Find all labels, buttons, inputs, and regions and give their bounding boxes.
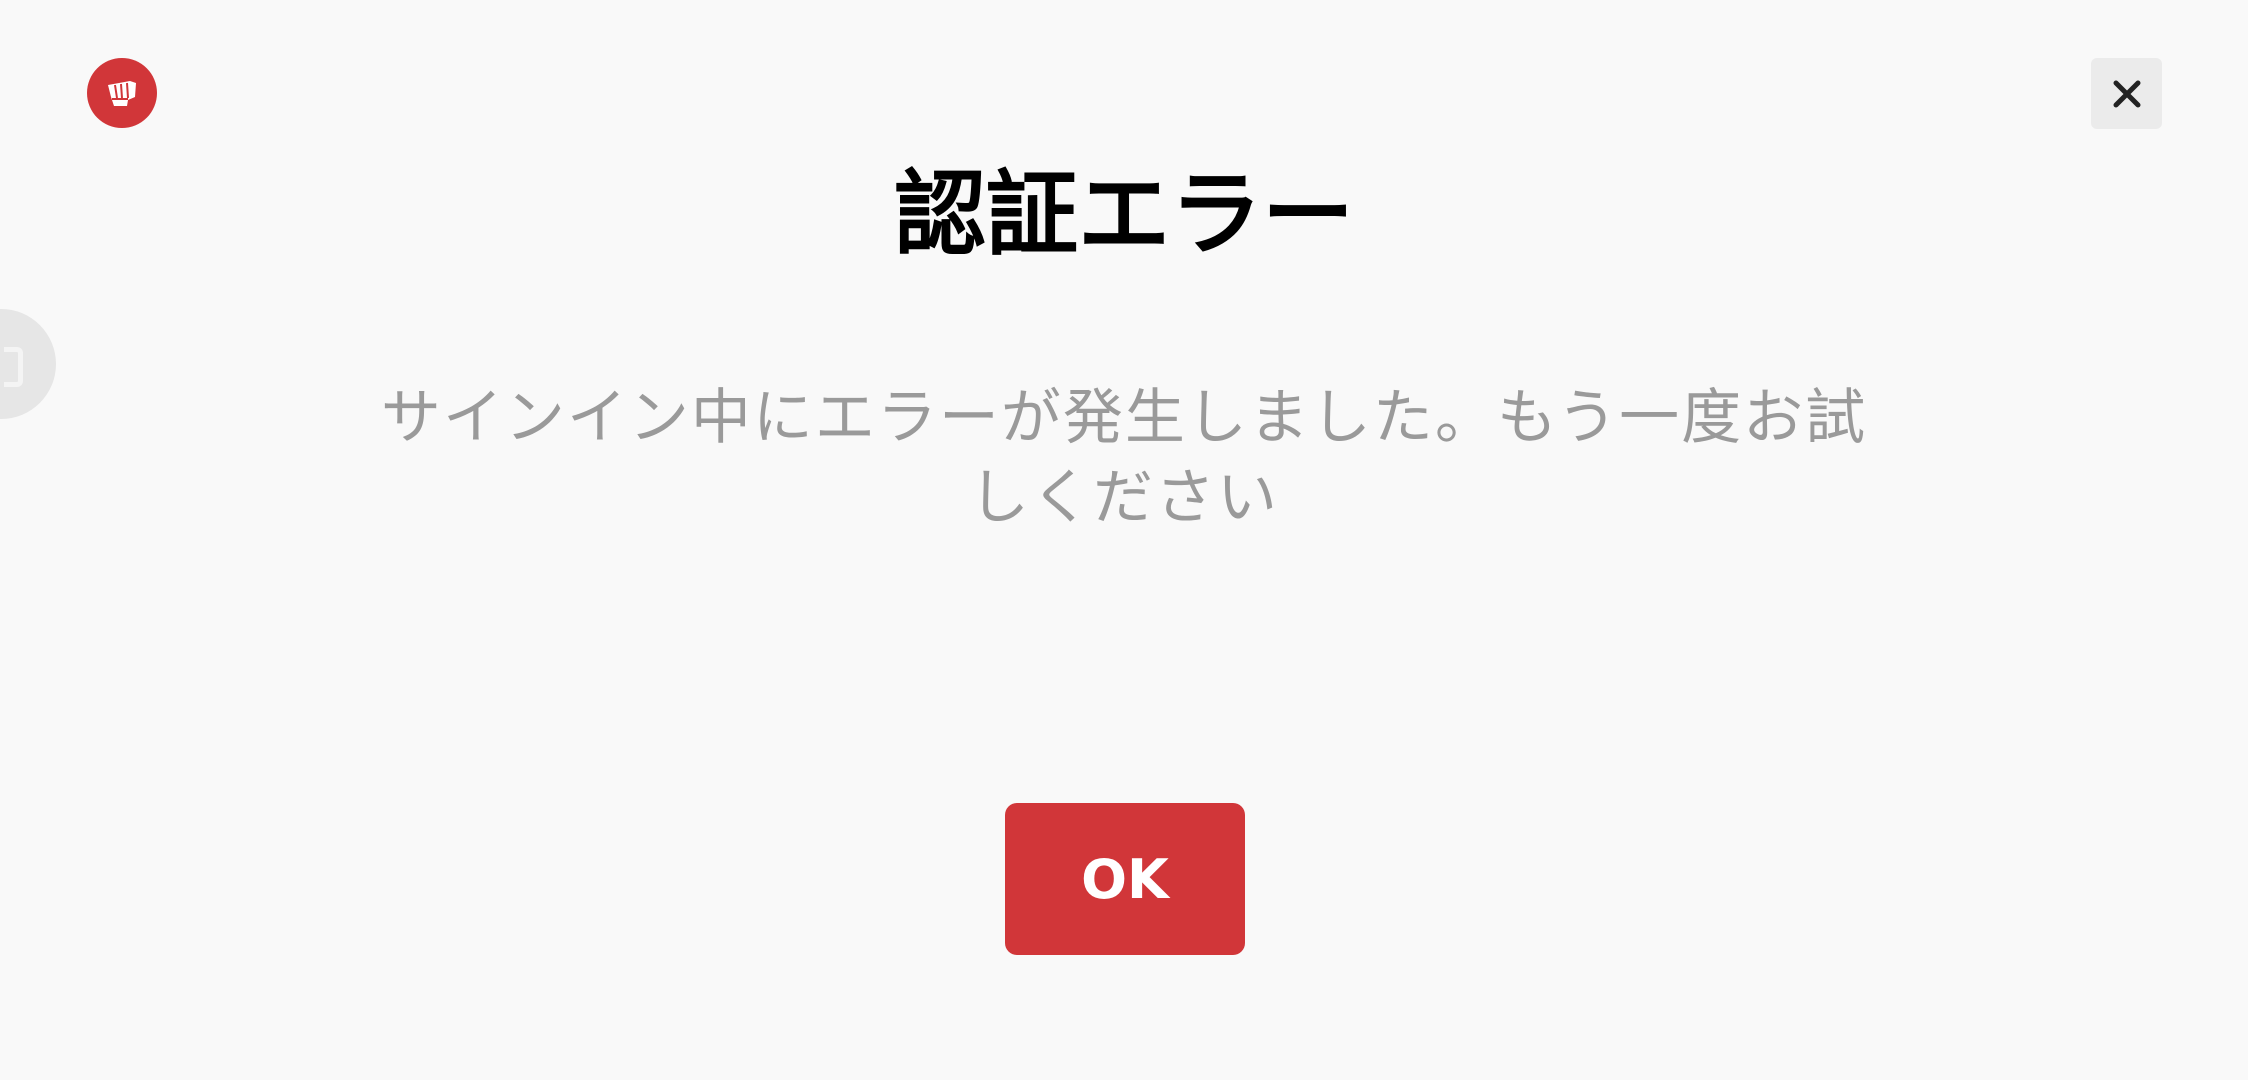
- fist-icon: [108, 81, 136, 106]
- close-button[interactable]: [2091, 58, 2162, 129]
- ok-button[interactable]: OK: [1005, 803, 1245, 955]
- dialog-title: 認証エラー: [893, 161, 1354, 268]
- side-panel-tab-icon: [4, 347, 23, 387]
- side-panel-tab[interactable]: [0, 309, 56, 419]
- riot-logo-icon: [87, 58, 157, 128]
- close-icon: [2113, 80, 2140, 107]
- error-message: サインイン中にエラーが発生しました。もう一度お試しください: [380, 383, 1868, 533]
